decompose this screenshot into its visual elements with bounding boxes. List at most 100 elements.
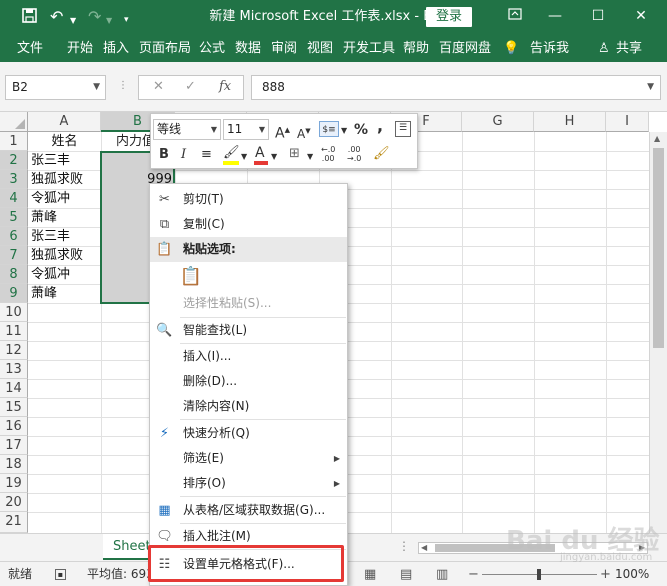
- fill-color-icon[interactable]: 🖌: [223, 145, 240, 161]
- row-header[interactable]: 5: [0, 208, 28, 227]
- tab-home[interactable]: 开始: [67, 41, 93, 57]
- column-header-i[interactable]: I: [606, 112, 649, 132]
- row-header[interactable]: 8: [0, 265, 28, 284]
- format-painter-table-icon[interactable]: ☰: [395, 121, 411, 137]
- font-size-dropdown-icon[interactable]: ▼: [259, 120, 265, 139]
- zoom-in-icon[interactable]: +: [600, 562, 611, 586]
- decrease-decimal-icon[interactable]: .00 →.0: [347, 145, 361, 163]
- scroll-left-icon[interactable]: ◀: [421, 543, 427, 553]
- menu-item-get-data-from-table[interactable]: ▦ 从表格/区域获取数据(G)...: [150, 498, 347, 523]
- share-button[interactable]: 共享: [616, 41, 642, 57]
- formula-input[interactable]: 888 ▼: [251, 75, 661, 100]
- cell-a7[interactable]: 独孤求败: [31, 246, 101, 265]
- tab-data[interactable]: 数据: [235, 41, 261, 57]
- cell-a5[interactable]: 萧峰: [31, 208, 101, 227]
- page-break-view-icon[interactable]: ▥: [436, 562, 448, 586]
- increase-decimal-icon[interactable]: ←.0.00: [321, 145, 335, 163]
- tab-baidu-netdisk[interactable]: 百度网盘: [439, 41, 491, 57]
- menu-item-sort[interactable]: 排序(O) ▶: [150, 471, 347, 496]
- menu-item-filter[interactable]: 筛选(E) ▶: [150, 446, 347, 471]
- row-header[interactable]: 15: [0, 398, 28, 417]
- tab-file[interactable]: 文件: [17, 41, 43, 57]
- column-header-h[interactable]: H: [534, 112, 606, 132]
- tell-me-box[interactable]: 告诉我: [530, 41, 569, 57]
- increase-font-icon[interactable]: A▲: [275, 122, 290, 142]
- vertical-scroll-thumb[interactable]: [653, 148, 664, 348]
- lightbulb-icon[interactable]: 💡: [503, 41, 519, 57]
- cell-a8[interactable]: 令狐冲: [31, 265, 101, 284]
- cell-a9[interactable]: 萧峰: [31, 284, 101, 303]
- row-header[interactable]: 21: [0, 512, 28, 533]
- cancel-icon[interactable]: ✕: [153, 79, 164, 94]
- fill-color-dropdown-icon[interactable]: ▼: [241, 149, 247, 165]
- maximize-icon[interactable]: ☐: [588, 6, 608, 26]
- menu-item-copy[interactable]: ⧉ 复制(C): [150, 212, 347, 237]
- vertical-scrollbar[interactable]: ▲: [649, 132, 667, 533]
- row-header[interactable]: 11: [0, 322, 28, 341]
- accounting-format-icon[interactable]: $≡: [319, 121, 339, 137]
- formula-bar-splitter-icon[interactable]: ⋮: [118, 80, 128, 91]
- zoom-out-icon[interactable]: −: [468, 562, 479, 586]
- borders-icon[interactable]: ⊞: [289, 146, 300, 162]
- percent-style-icon[interactable]: %: [354, 122, 368, 138]
- row-header[interactable]: 14: [0, 379, 28, 398]
- tab-developer[interactable]: 开发工具: [343, 41, 395, 57]
- column-header-a[interactable]: A: [28, 112, 101, 132]
- row-header[interactable]: 6: [0, 227, 28, 246]
- row-header[interactable]: 20: [0, 493, 28, 512]
- normal-view-icon[interactable]: ▦: [364, 562, 376, 586]
- cell-a3[interactable]: 独孤求败: [31, 170, 101, 189]
- menu-item-clear-contents[interactable]: 清除内容(N): [150, 394, 347, 419]
- paste-clipboard-icon[interactable]: 📋: [178, 263, 204, 291]
- tab-insert[interactable]: 插入: [103, 41, 129, 57]
- name-box[interactable]: B2 ▼: [5, 75, 106, 100]
- scroll-up-icon[interactable]: ▲: [654, 134, 660, 143]
- tab-help[interactable]: 帮助: [403, 41, 429, 57]
- zoom-slider-thumb[interactable]: [537, 569, 541, 580]
- share-user-icon[interactable]: ♙: [598, 41, 610, 57]
- name-box-dropdown-icon[interactable]: ▼: [93, 76, 100, 99]
- menu-item-paste-special[interactable]: 选择性粘贴(S)...: [150, 291, 347, 316]
- row-header[interactable]: 9: [0, 284, 28, 303]
- ribbon-display-options-icon[interactable]: [505, 6, 525, 26]
- format-painter-icon[interactable]: 🖌: [373, 146, 390, 162]
- macro-record-icon[interactable]: ▪: [55, 569, 66, 580]
- accounting-dropdown-icon[interactable]: ▼: [341, 123, 347, 139]
- page-layout-view-icon[interactable]: ▤: [400, 562, 412, 586]
- select-all-corner[interactable]: [0, 112, 28, 132]
- tab-view[interactable]: 视图: [307, 41, 333, 57]
- expand-formula-bar-icon[interactable]: ▼: [647, 76, 654, 99]
- align-center-icon[interactable]: ≡: [201, 147, 212, 163]
- menu-item-smart-lookup[interactable]: 🔍 智能查找(L): [150, 318, 347, 343]
- cell-a2[interactable]: 张三丰: [31, 151, 101, 170]
- close-icon[interactable]: ✕: [631, 6, 651, 26]
- row-header[interactable]: 3: [0, 170, 28, 189]
- borders-dropdown-icon[interactable]: ▼: [307, 149, 313, 165]
- row-header[interactable]: 2: [0, 151, 28, 170]
- login-button[interactable]: 登录: [426, 7, 472, 27]
- tab-review[interactable]: 审阅: [271, 41, 297, 57]
- row-header[interactable]: 4: [0, 189, 28, 208]
- minimize-icon[interactable]: —: [545, 6, 565, 26]
- font-color-icon[interactable]: A: [255, 145, 265, 161]
- row-header[interactable]: 7: [0, 246, 28, 265]
- bold-icon[interactable]: B: [159, 147, 169, 163]
- row-header[interactable]: 18: [0, 455, 28, 474]
- row-header[interactable]: 17: [0, 436, 28, 455]
- row-header[interactable]: 1: [0, 132, 28, 151]
- tab-page-layout[interactable]: 页面布局: [139, 41, 191, 57]
- tabs-splitter-icon[interactable]: ⋮: [398, 539, 410, 553]
- menu-item-cut[interactable]: ✂ 剪切(T): [150, 187, 347, 212]
- decrease-font-icon[interactable]: A▼: [297, 123, 311, 142]
- row-header[interactable]: 19: [0, 474, 28, 493]
- row-header[interactable]: 10: [0, 303, 28, 322]
- enter-icon[interactable]: ✓: [185, 79, 196, 94]
- column-header-g[interactable]: G: [462, 112, 534, 132]
- menu-item-insert[interactable]: 插入(I)...: [150, 344, 347, 369]
- font-name-select[interactable]: 等线 ▼: [153, 119, 221, 140]
- cell-a6[interactable]: 张三丰: [31, 227, 101, 246]
- row-header[interactable]: 12: [0, 341, 28, 360]
- zoom-level[interactable]: 100%: [615, 562, 649, 586]
- font-color-dropdown-icon[interactable]: ▼: [271, 149, 277, 165]
- tab-formulas[interactable]: 公式: [199, 41, 225, 57]
